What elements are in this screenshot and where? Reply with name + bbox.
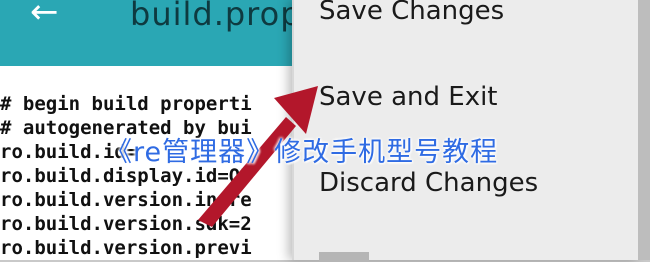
overlay-title: 《re管理器》修改手机型号教程 — [105, 137, 499, 168]
